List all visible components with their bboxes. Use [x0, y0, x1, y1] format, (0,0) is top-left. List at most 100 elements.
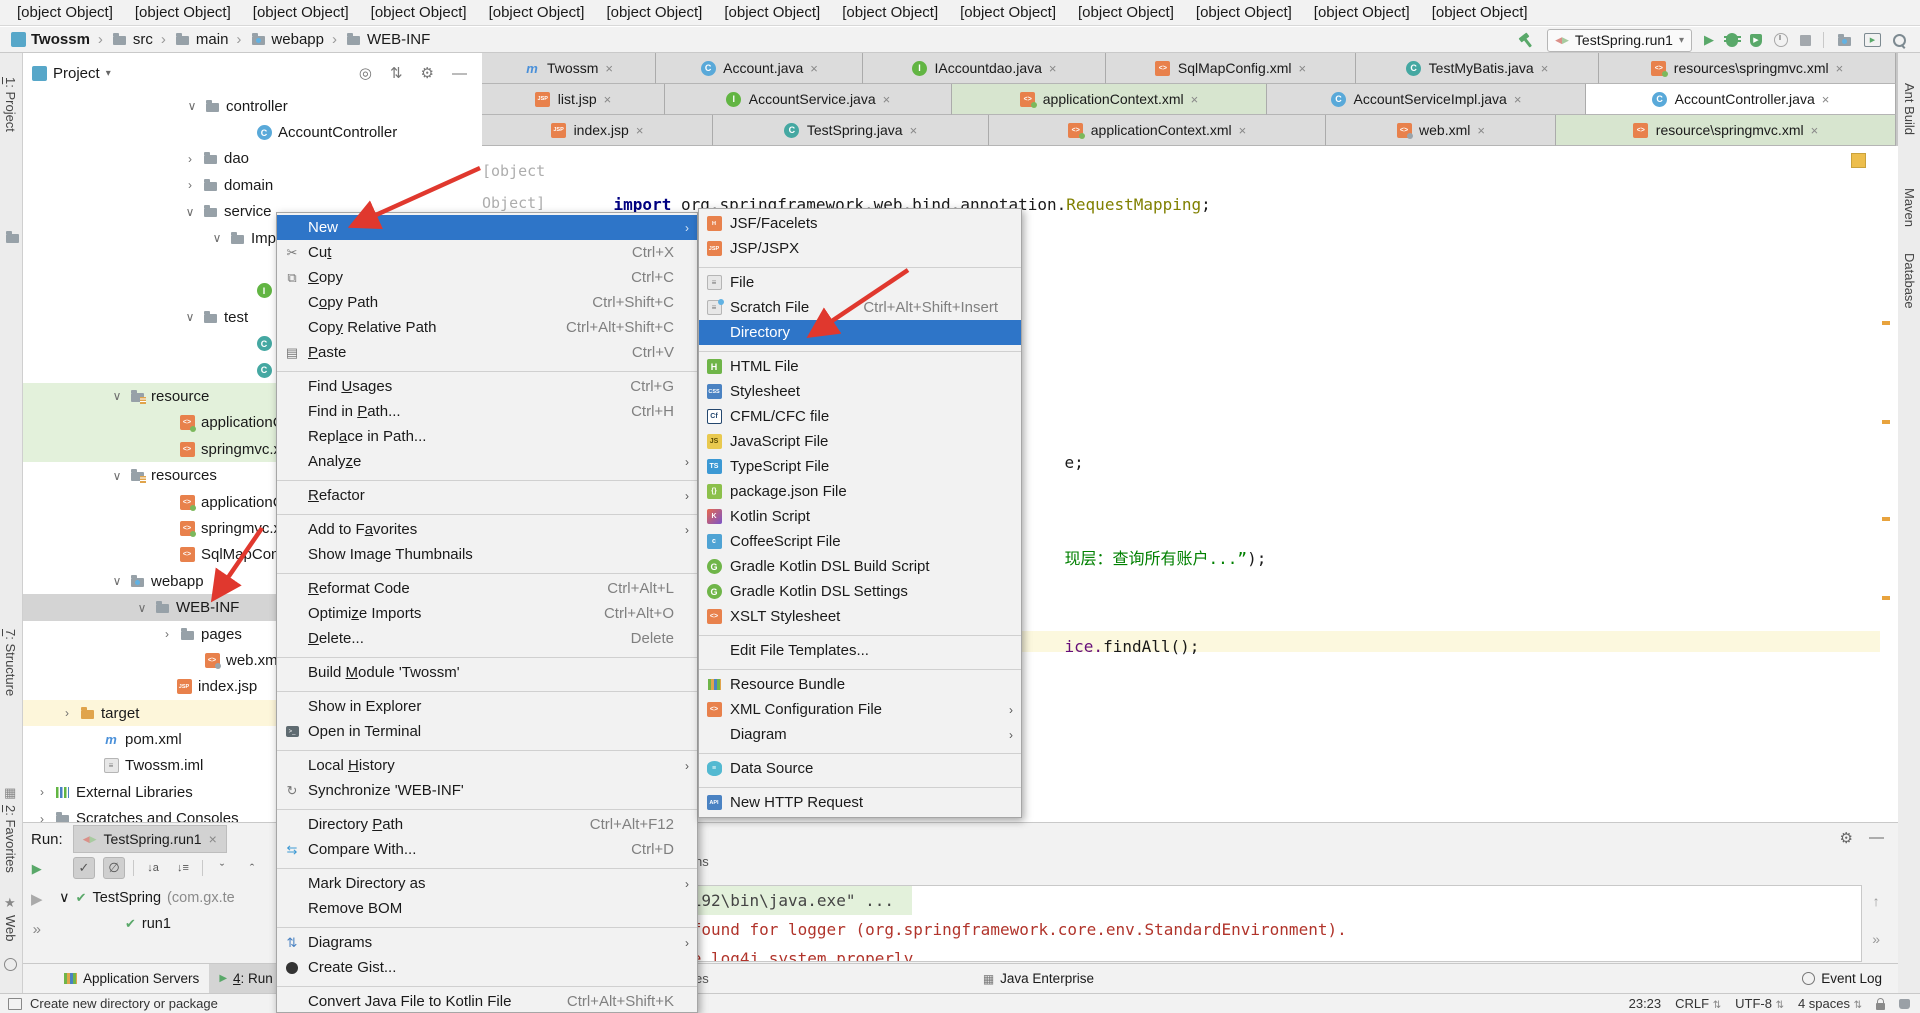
expand-more-icon[interactable]: »	[33, 921, 41, 938]
editor-tab[interactable]: <> resource\springmvc.xml ×	[1556, 115, 1896, 146]
context-menu-item[interactable]: Delete... Delete	[277, 626, 697, 651]
submenu-item[interactable]: TS TypeScript File	[699, 454, 1021, 479]
error-stripe-mark[interactable]	[1882, 420, 1890, 424]
context-menu-item[interactable]: Refactor ›	[277, 483, 697, 508]
status-widget[interactable]: 4 spaces ⇅	[1798, 996, 1862, 1011]
build-hammer-icon[interactable]	[1518, 32, 1535, 48]
context-menu-item[interactable]	[277, 803, 697, 812]
context-menu-item[interactable]: Replace in Path...	[277, 424, 697, 449]
close-icon[interactable]: ×	[1514, 92, 1522, 107]
menubar-item[interactable]: [object Object]	[595, 4, 713, 21]
submenu-item[interactable]: ≡ Data Source	[699, 756, 1021, 781]
lock-icon[interactable]	[1876, 1003, 1885, 1010]
context-menu-item[interactable]	[277, 921, 697, 930]
run-configuration-select[interactable]: ◀▶ TestSpring.run1 ▾	[1547, 29, 1692, 52]
menubar-item[interactable]: [object Object]	[124, 4, 242, 21]
rerun-button[interactable]: ▶	[32, 861, 42, 877]
menubar-item[interactable]: [object Object]	[949, 4, 1067, 21]
submenu-item[interactable]: G Gradle Kotlin DSL Settings	[699, 579, 1021, 604]
tool-button-database[interactable]: Database	[1902, 253, 1917, 309]
event-log-button[interactable]: Event Log	[1802, 971, 1882, 986]
tool-button-maven[interactable]: Maven	[1902, 188, 1917, 227]
tree-chevron[interactable]: ›	[61, 706, 73, 720]
context-menu-item[interactable]: Build Module 'Twossm'	[277, 660, 697, 685]
run-anything-icon[interactable]: ▶	[1864, 33, 1881, 47]
close-icon[interactable]: ×	[1811, 123, 1819, 138]
tool-button-project[interactable]: 1: Project	[3, 77, 18, 132]
tool-button-favorites[interactable]: 2: Favorites	[3, 805, 18, 873]
tree-row[interactable]: › dao	[23, 146, 481, 172]
close-icon[interactable]: ×	[1477, 123, 1485, 138]
scroll-more-icon[interactable]: »	[1872, 931, 1880, 947]
context-menu-item[interactable]: Convert Java File to Kotlin File Ctrl+Al…	[277, 989, 697, 1013]
tool-button-java-enterprise[interactable]: ▦ Java Enterprise	[973, 964, 1104, 993]
context-menu-item[interactable]: Show Image Thumbnails	[277, 542, 697, 567]
search-everywhere-icon[interactable]	[1893, 34, 1906, 47]
submenu-item[interactable]	[699, 629, 1021, 638]
status-widget[interactable]: 23:23	[1629, 996, 1662, 1011]
tool-button-application-servers[interactable]: Application Servers	[53, 964, 209, 993]
context-menu-item[interactable]: ⧉ Copy Ctrl+C	[277, 265, 697, 290]
context-menu-item[interactable]	[277, 567, 697, 576]
editor-tab[interactable]: <> applicationContext.xml ×	[989, 115, 1326, 146]
editor-tab[interactable]: I AccountService.java ×	[665, 84, 952, 115]
context-menu-item[interactable]: Optimize Imports Ctrl+Alt+O	[277, 601, 697, 626]
submenu-item[interactable]: c CoffeeScript File	[699, 529, 1021, 554]
project-panel-title[interactable]: Project	[53, 65, 100, 82]
submenu-item[interactable]: CSS Stylesheet	[699, 379, 1021, 404]
test-tree-row[interactable]: ∨ ✔ TestSpring (com.gx.te	[59, 885, 235, 911]
locate-file-icon[interactable]: ◎	[353, 64, 378, 82]
test-tree-row[interactable]: ✔ run1	[59, 911, 235, 937]
context-menu-item[interactable]: New ›	[277, 215, 697, 240]
close-icon[interactable]: ×	[810, 61, 818, 76]
close-icon[interactable]: ×	[605, 61, 613, 76]
close-icon[interactable]: ×	[1836, 61, 1844, 76]
context-menu-item[interactable]	[277, 744, 697, 753]
error-stripe-mark[interactable]	[1882, 596, 1890, 600]
tree-chevron[interactable]: ∨	[184, 310, 196, 324]
tree-chevron[interactable]: ∨	[111, 389, 123, 403]
tool-button-ant-build[interactable]: Ant Build	[1902, 83, 1917, 135]
gear-icon[interactable]: ⚙	[415, 64, 440, 82]
submenu-item[interactable]: JSP JSP/JSPX	[699, 236, 1021, 261]
hide-panel-icon[interactable]: —	[1869, 829, 1884, 847]
submenu-item[interactable]: Resource Bundle	[699, 672, 1021, 697]
coverage-button[interactable]: ▶	[1750, 34, 1762, 47]
tree-chevron[interactable]: ∨	[184, 205, 196, 219]
editor-tab[interactable]: C TestMyBatis.java ×	[1356, 53, 1599, 84]
submenu-item[interactable]: <> XML Configuration File ›	[699, 697, 1021, 722]
submenu-item[interactable]: Edit File Templates...	[699, 638, 1021, 663]
menubar-item[interactable]: [object Object]	[713, 4, 831, 21]
context-menu-item[interactable]: Mark Directory as ›	[277, 871, 697, 896]
show-passed-icon[interactable]: ✓	[73, 857, 95, 879]
context-menu-item[interactable]: Local History ›	[277, 753, 697, 778]
close-icon[interactable]: ×	[1299, 61, 1307, 76]
debug-button[interactable]	[1726, 33, 1738, 47]
tool-button-web[interactable]: Web	[3, 915, 18, 942]
context-menu-item[interactable]	[277, 474, 697, 483]
close-icon[interactable]: ×	[1049, 61, 1057, 76]
editor-tab[interactable]: C AccountServiceImpl.java ×	[1267, 84, 1586, 115]
editor-tab[interactable]: <> applicationContext.xml ×	[952, 84, 1267, 115]
submenu-item[interactable]	[699, 345, 1021, 354]
submenu-item[interactable]: G Gradle Kotlin DSL Build Script	[699, 554, 1021, 579]
tree-chevron[interactable]: ∨	[111, 574, 123, 588]
submenu-item[interactable]: ≡ Scratch File Ctrl+Alt+Shift+Insert	[699, 295, 1021, 320]
context-menu-item[interactable]: Analyze ›	[277, 449, 697, 474]
menubar-item[interactable]: [object Object]	[478, 4, 596, 21]
submenu-item[interactable]: Diagram ›	[699, 722, 1021, 747]
editor-tab[interactable]: C TestSpring.java ×	[713, 115, 989, 146]
editor-tab[interactable]: <> resources\springmvc.xml ×	[1599, 53, 1896, 84]
tree-chevron[interactable]: ›	[36, 812, 48, 822]
context-menu-item[interactable]	[277, 651, 697, 660]
submenu-item[interactable]	[699, 261, 1021, 270]
editor-tab[interactable]: <> web.xml ×	[1326, 115, 1556, 146]
context-menu-item[interactable]: Show in Explorer	[277, 694, 697, 719]
profiler-button[interactable]	[1774, 33, 1788, 47]
tree-chevron[interactable]: ∨	[211, 231, 223, 245]
tree-chevron[interactable]: ›	[161, 627, 173, 641]
context-menu-item[interactable]	[277, 685, 697, 694]
close-icon[interactable]: ×	[883, 92, 891, 107]
context-menu-item[interactable]: ▤ Paste Ctrl+V	[277, 340, 697, 365]
status-widget[interactable]: UTF-8 ⇅	[1735, 996, 1784, 1011]
